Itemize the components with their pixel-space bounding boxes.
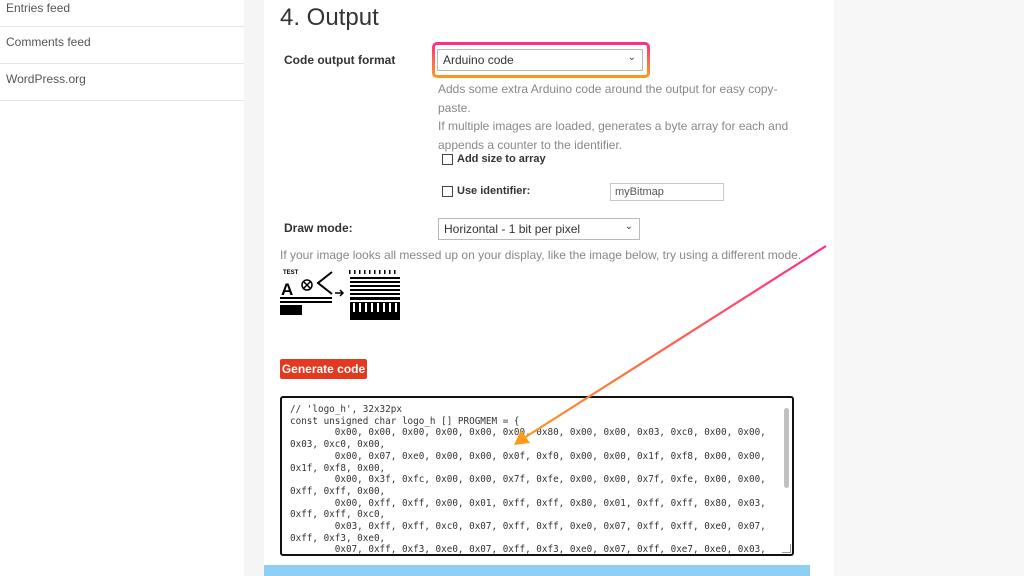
use-identifier-row: Use identifier: [442,185,530,197]
bottom-bar [264,565,810,576]
generate-code-button[interactable]: Generate code [280,359,367,379]
chevron-down-icon: ⌄ [624,221,633,232]
use-identifier-label: Use identifier: [457,185,531,197]
example-messed-up-image: TEST A [280,270,400,320]
draw-mode-selected: Horizontal - 1 bit per pixel [444,222,581,236]
draw-mode-note: If your image looks all messed up on you… [280,248,802,262]
output-format-label: Code output format [284,53,396,67]
example-caption: TEST [283,270,299,276]
output-format-help: Adds some extra Arduino code around the … [438,80,798,154]
scrollbar-thumb[interactable] [784,408,789,488]
sidebar-link-wordpress-org[interactable]: WordPress.org [0,64,244,101]
output-format-select[interactable]: Arduino code ⌄ [437,49,643,71]
sidebar-link-comments-feed[interactable]: Comments feed [0,27,244,64]
help-line: If multiple images are loaded, generates… [438,119,789,133]
chevron-down-icon: ⌄ [627,52,636,63]
code-output-text: // 'logo_h', 32x32px const unsigned char… [290,404,766,556]
add-size-checkbox[interactable] [442,153,453,165]
identifier-input[interactable]: myBitmap [610,183,724,201]
sidebar-link-entries-feed[interactable]: Entries feed [0,0,244,27]
sidebar: Entries feed Comments feed WordPress.org [0,0,244,576]
draw-mode-label: Draw mode: [284,221,353,235]
output-format-selected: Arduino code [443,53,514,67]
svg-text:A: A [281,280,293,299]
right-margin [834,0,1024,576]
draw-mode-select[interactable]: Horizontal - 1 bit per pixel ⌄ [438,218,640,240]
add-size-label: Add size to array [457,153,546,165]
help-line: appends a counter to the identifier. [438,137,623,152]
use-identifier-checkbox[interactable] [442,185,453,197]
help-line: Adds some extra Arduino code around the … [438,82,778,115]
resize-handle-icon[interactable] [782,544,791,553]
code-output-textarea[interactable]: // 'logo_h', 32x32px const unsigned char… [280,396,794,556]
section-title: 4. Output [280,4,379,31]
add-size-row: Add size to array [442,153,546,165]
